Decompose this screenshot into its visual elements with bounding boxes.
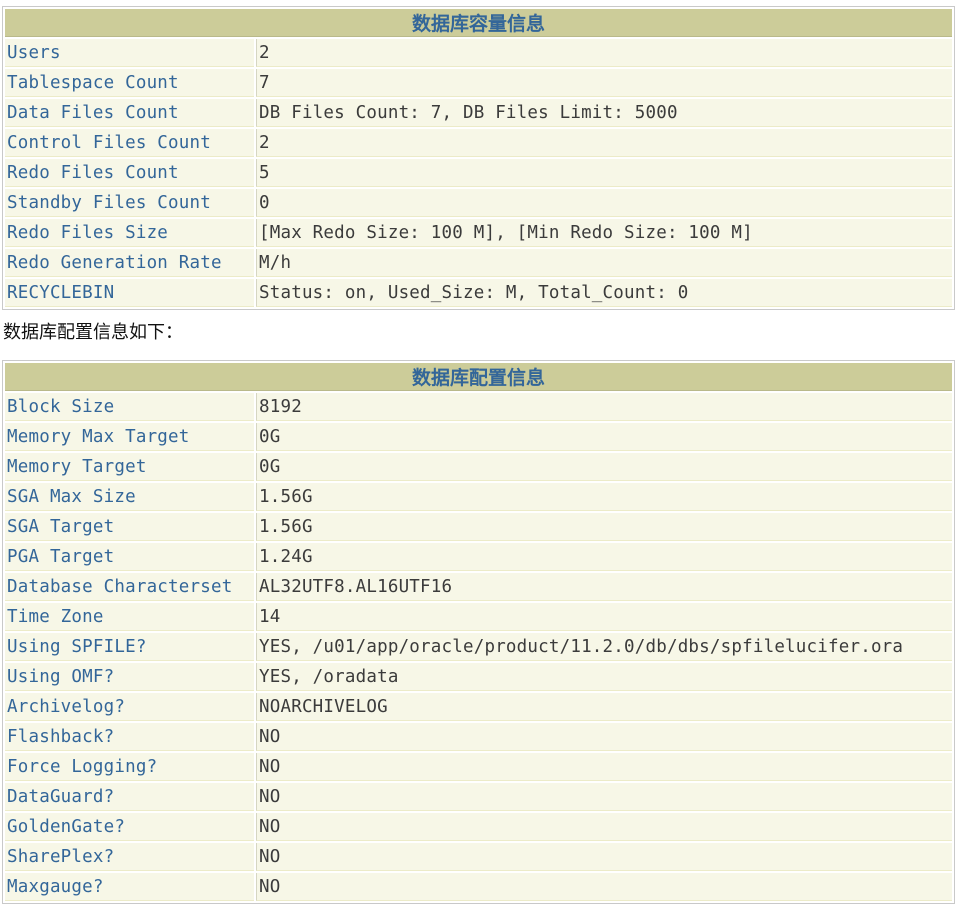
table-row: Memory Target 0G	[5, 453, 952, 481]
row-value: M/h	[256, 249, 952, 277]
table-row: Time Zone 14	[5, 603, 952, 631]
row-value: 2	[256, 39, 952, 67]
table-row: Redo Files Size [Max Redo Size: 100 M], […	[5, 219, 952, 247]
row-value: AL32UTF8.AL16UTF16	[256, 573, 952, 601]
table-row: SGA Target 1.56G	[5, 513, 952, 541]
row-value: YES, /oradata	[256, 663, 952, 691]
row-label: Using OMF?	[5, 663, 254, 691]
table-row: Block Size 8192	[5, 393, 952, 421]
row-value: NO	[256, 873, 952, 901]
table-row: Database Characterset AL32UTF8.AL16UTF16	[5, 573, 952, 601]
row-value: NO	[256, 723, 952, 751]
row-value: YES, /u01/app/oracle/product/11.2.0/db/d…	[256, 633, 952, 661]
row-label: Data Files Count	[5, 99, 254, 127]
row-label: Time Zone	[5, 603, 254, 631]
row-label: Flashback?	[5, 723, 254, 751]
row-label: Archivelog?	[5, 693, 254, 721]
config-table-body: Block Size 8192 Memory Max Target 0G Memory …	[5, 393, 952, 901]
row-label: Users	[5, 39, 254, 67]
table-row: Maxgauge? NO	[5, 873, 952, 901]
table-row: GoldenGate? NO	[5, 813, 952, 841]
table-row: SGA Max Size 1.56G	[5, 483, 952, 511]
table-row: Flashback? NO	[5, 723, 952, 751]
row-value: 0	[256, 189, 952, 217]
row-label: Memory Max Target	[5, 423, 254, 451]
row-label: SharePlex?	[5, 843, 254, 871]
row-label: SGA Target	[5, 513, 254, 541]
config-intro-text: 数据库配置信息如下：	[3, 322, 183, 343]
table-row: Redo Generation Rate M/h	[5, 249, 952, 277]
table-row: Tablespace Count 7	[5, 69, 952, 97]
table-row: PGA Target 1.24G	[5, 543, 952, 571]
row-value: Status: on, Used_Size: M, Total_Count: 0	[256, 279, 952, 307]
row-value: 5	[256, 159, 952, 187]
table-row: DataGuard? NO	[5, 783, 952, 811]
table-row: Data Files Count DB Files Count: 7, DB Fi…	[5, 99, 952, 127]
row-label: DataGuard?	[5, 783, 254, 811]
row-value: NO	[256, 753, 952, 781]
row-value: 1.24G	[256, 543, 952, 571]
row-label: RECYCLEBIN	[5, 279, 254, 307]
row-value: 7	[256, 69, 952, 97]
row-label: SGA Max Size	[5, 483, 254, 511]
row-value: 14	[256, 603, 952, 631]
table-row: Memory Max Target 0G	[5, 423, 952, 451]
table-row: Control Files Count 2	[5, 129, 952, 157]
row-value: 2	[256, 129, 952, 157]
row-value: 1.56G	[256, 513, 952, 541]
config-table-title: 数据库配置信息	[5, 363, 952, 391]
row-label: Force Logging?	[5, 753, 254, 781]
row-label: PGA Target	[5, 543, 254, 571]
row-value: DB Files Count: 7, DB Files Limit: 5000	[256, 99, 952, 127]
row-label: Control Files Count	[5, 129, 254, 157]
row-label: Block Size	[5, 393, 254, 421]
capacity-table: 数据库容量信息 Users 2 Tablespace Count 7 Data File…	[2, 6, 955, 310]
row-label: Maxgauge?	[5, 873, 254, 901]
row-label: Tablespace Count	[5, 69, 254, 97]
table-row: Force Logging? NO	[5, 753, 952, 781]
row-label: Database Characterset	[5, 573, 254, 601]
row-label: Redo Generation Rate	[5, 249, 254, 277]
row-value: 1.56G	[256, 483, 952, 511]
config-header-row: 数据库配置信息	[5, 363, 952, 391]
row-label: Standby Files Count	[5, 189, 254, 217]
table-row: Using SPFILE? YES, /u01/app/oracle/produc…	[5, 633, 952, 661]
row-value: NO	[256, 813, 952, 841]
capacity-header-row: 数据库容量信息	[5, 9, 952, 37]
row-label: GoldenGate?	[5, 813, 254, 841]
table-row: Standby Files Count 0	[5, 189, 952, 217]
row-label: Redo Files Size	[5, 219, 254, 247]
row-label: Redo Files Count	[5, 159, 254, 187]
table-row: Users 2	[5, 39, 952, 67]
row-label: Memory Target	[5, 453, 254, 481]
config-table: 数据库配置信息 Block Size 8192 Memory Max Target 0…	[2, 360, 955, 904]
table-row: RECYCLEBIN Status: on, Used_Size: M, Tota…	[5, 279, 952, 307]
row-label: Using SPFILE?	[5, 633, 254, 661]
row-value: 8192	[256, 393, 952, 421]
row-value: 0G	[256, 453, 952, 481]
table-row: Redo Files Count 5	[5, 159, 952, 187]
row-value: 0G	[256, 423, 952, 451]
row-value: NO	[256, 843, 952, 871]
capacity-table-title: 数据库容量信息	[5, 9, 952, 37]
table-row: Archivelog? NOARCHIVELOG	[5, 693, 952, 721]
row-value: [Max Redo Size: 100 M], [Min Redo Size: …	[256, 219, 952, 247]
row-value: NO	[256, 783, 952, 811]
table-row: Using OMF? YES, /oradata	[5, 663, 952, 691]
table-row: SharePlex? NO	[5, 843, 952, 871]
capacity-table-body: Users 2 Tablespace Count 7 Data Files Count D…	[5, 39, 952, 307]
row-value: NOARCHIVELOG	[256, 693, 952, 721]
